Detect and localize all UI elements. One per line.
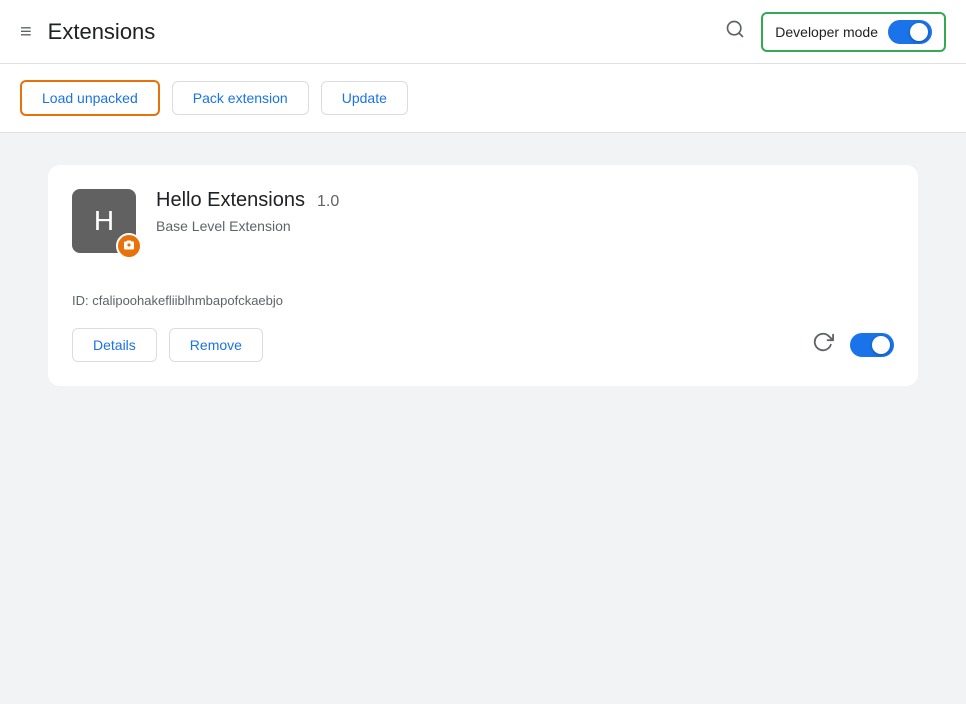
- card-header: H Hello Extensions 1.0 Base Level Extens…: [72, 189, 894, 253]
- header-right: Developer mode: [725, 12, 946, 52]
- update-button[interactable]: Update: [321, 81, 408, 115]
- header: ≡ Extensions Developer mode: [0, 0, 966, 64]
- load-unpacked-button[interactable]: Load unpacked: [20, 80, 160, 116]
- extension-version: 1.0: [317, 193, 339, 211]
- toolbar-divider: [0, 132, 966, 133]
- refresh-icon[interactable]: [812, 331, 834, 359]
- extension-card: H Hello Extensions 1.0 Base Level Extens…: [48, 165, 918, 386]
- pack-extension-button[interactable]: Pack extension: [172, 81, 309, 115]
- extension-icon-wrapper: H: [72, 189, 136, 253]
- remove-button[interactable]: Remove: [169, 328, 263, 362]
- extension-info: Hello Extensions 1.0 Base Level Extensio…: [156, 189, 894, 234]
- header-left: ≡ Extensions: [20, 19, 725, 45]
- extension-badge: [116, 233, 142, 259]
- developer-mode-toggle[interactable]: [888, 20, 932, 44]
- page-title: Extensions: [48, 19, 156, 45]
- extension-id: ID: cfalipoohakefliiblhmbapofckaebjo: [72, 293, 894, 308]
- details-button[interactable]: Details: [72, 328, 157, 362]
- developer-mode-label: Developer mode: [775, 24, 878, 40]
- developer-mode-container: Developer mode: [761, 12, 946, 52]
- developer-mode-toggle-thumb: [910, 23, 928, 41]
- card-footer-right: [812, 331, 894, 359]
- extension-toggle[interactable]: [850, 333, 894, 357]
- extension-name: Hello Extensions: [156, 189, 305, 212]
- camera-icon: [123, 239, 135, 254]
- extension-toggle-thumb: [872, 336, 890, 354]
- extension-name-row: Hello Extensions 1.0: [156, 189, 894, 212]
- card-footer: Details Remove: [72, 328, 894, 362]
- main-content: H Hello Extensions 1.0 Base Level Extens…: [0, 157, 966, 406]
- toolbar: Load unpacked Pack extension Update: [0, 64, 966, 132]
- search-icon[interactable]: [725, 19, 745, 45]
- menu-icon[interactable]: ≡: [20, 22, 32, 42]
- extension-description: Base Level Extension: [156, 218, 894, 234]
